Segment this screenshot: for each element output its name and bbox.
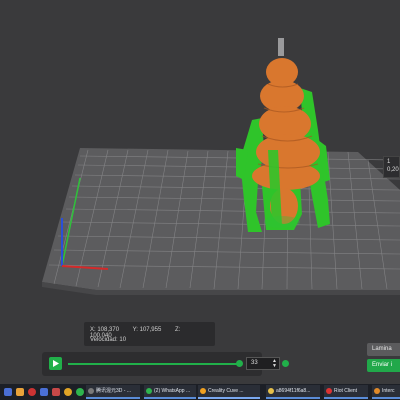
layer-number: 1: [387, 159, 391, 165]
taskbar-item-inter[interactable]: Interc: [372, 385, 400, 399]
chrome-icon[interactable]: [64, 388, 72, 396]
stepper-arrows-icon[interactable]: ▲ ▼: [272, 359, 277, 369]
slice-button[interactable]: Lamina: [367, 343, 400, 356]
layer-number-input[interactable]: 33 ▲ ▼: [246, 357, 280, 370]
taskbar-item-whatsapp[interactable]: (2) WhatsApp ...: [144, 385, 196, 399]
file-explorer-icon[interactable]: [4, 388, 12, 396]
windows-taskbar: 腾讯混元3D - ... (2) WhatsApp ... Creality C…: [0, 384, 400, 400]
play-icon: [53, 360, 59, 367]
base-shadow: [264, 216, 300, 228]
layer-height: 0,20: [387, 167, 399, 173]
app-icon-3[interactable]: [52, 388, 60, 396]
taskbar-item-creality[interactable]: Creality Cuve ...: [198, 385, 260, 399]
app-icon-4[interactable]: [76, 388, 84, 396]
3d-viewport[interactable]: 1 0,20 X: 108,370 Y: 107,955 Z: 100,040 …: [0, 0, 400, 384]
layer-readout: 1 0,20: [383, 156, 400, 178]
nozzle: [278, 38, 284, 56]
taskbar-item-file[interactable]: a8694f11f6a8...: [266, 385, 320, 399]
y-coordinate: Y: 107,955: [132, 327, 162, 333]
whatsapp-icon: [146, 388, 152, 394]
taskbar-item-hunyuan[interactable]: 腾讯混元3D - ...: [86, 385, 140, 399]
mail-icon[interactable]: [28, 388, 36, 396]
nozzle-coordinates-panel: X: 108,370 Y: 107,955 Z: 100,040 Velocid…: [84, 322, 215, 346]
layer-playback-bar: 33 ▲ ▼: [42, 352, 289, 376]
speed-readout: Velocidad: 10: [90, 337, 127, 343]
end-layer-handle[interactable]: [282, 360, 289, 367]
folder-icon: [268, 388, 274, 394]
play-button[interactable]: [49, 357, 62, 370]
layer-slider-track[interactable]: [68, 363, 240, 365]
taskbar-item-riot[interactable]: Riot Client: [324, 385, 368, 399]
send-to-printer-button[interactable]: Enviar i: [367, 359, 400, 372]
app-icon[interactable]: [16, 388, 24, 396]
app-icon-2[interactable]: [40, 388, 48, 396]
riot-icon: [326, 388, 332, 394]
layer-slider-handle[interactable]: [236, 360, 243, 367]
hunyuan-icon: [88, 388, 94, 394]
creality-icon: [200, 388, 206, 394]
app-icon-5: [374, 388, 380, 394]
